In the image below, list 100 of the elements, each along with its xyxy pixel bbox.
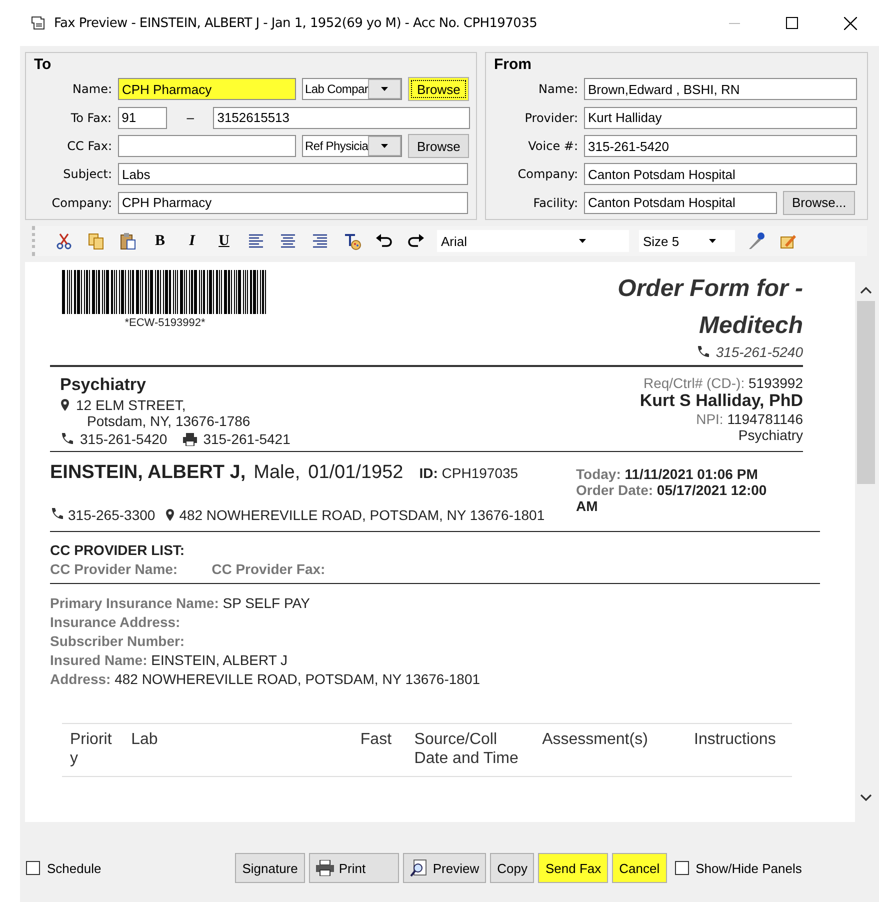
redo-icon[interactable]: [407, 232, 425, 250]
patient-sex: Male,: [254, 462, 300, 484]
action-button[interactable]: Send Fax: [538, 853, 608, 883]
undo-icon[interactable]: [375, 232, 393, 250]
field-label: Subscriber Number:: [50, 633, 185, 649]
action-button[interactable]: Print: [308, 853, 399, 883]
pen-icon[interactable]: [747, 232, 765, 250]
group-title: From: [493, 56, 532, 73]
field-value: SP SELF PAY: [222, 595, 310, 611]
address-line: 12 ELM STREET,: [76, 397, 186, 413]
underline-button[interactable]: U: [213, 230, 235, 252]
dropdown-arrow-icon[interactable]: [381, 144, 388, 148]
browse-button[interactable]: Browse: [408, 77, 470, 102]
field-label: Voice #:: [527, 139, 578, 154]
field-label: Provider:: [524, 110, 578, 125]
input-field[interactable]: Canton Potsdam Hospital: [584, 163, 857, 186]
input-field[interactable]: Kurt Halliday: [584, 106, 857, 129]
field-label: Insured Name:: [50, 652, 148, 668]
input-field[interactable]: Brown,Edward , BSHI, RN: [584, 78, 857, 100]
scroll-thumb[interactable]: [857, 301, 875, 484]
align-center-icon[interactable]: [279, 232, 297, 250]
input-field[interactable]: 3152615513: [213, 106, 470, 129]
browse-button[interactable]: Browse: [408, 134, 470, 158]
field-label: Name:: [72, 82, 112, 96]
dropdown-arrow-icon[interactable]: [578, 239, 586, 243]
patient-name: EINSTEIN, ALBERT J,: [50, 462, 246, 484]
align-right-icon[interactable]: [311, 232, 329, 250]
scroll-up-icon[interactable]: [860, 287, 872, 294]
field-label: ID:: [419, 465, 438, 481]
field-label: Subject:: [62, 167, 112, 182]
dash-text: –: [186, 110, 195, 126]
scissors-icon[interactable]: [55, 232, 73, 250]
column-header: Fast: [360, 730, 393, 750]
patient-address: 482 NOWHEREVILLE ROAD, POTSDAM, NY 13676-1801: [179, 507, 545, 523]
input-field[interactable]: 315-261-5420: [584, 135, 857, 158]
italic-button[interactable]: I: [181, 230, 203, 252]
field-label: CC Provider Name:: [50, 561, 178, 577]
dropdown-arrow-icon[interactable]: [708, 239, 716, 243]
input-field[interactable]: 91: [118, 106, 168, 129]
field-value: 5193992: [748, 375, 803, 391]
close-icon[interactable]: [844, 16, 856, 30]
date-text: Today: 11/11/2021 01:06 PM: [576, 466, 759, 482]
field-value: 482 NOWHEREVILLE ROAD, POTSDAM, NY 13676-1801: [114, 671, 480, 687]
phone-number: 315-265-3300: [68, 507, 156, 523]
field-value: 1194781146: [727, 411, 803, 427]
field-label: NPI:: [696, 411, 724, 427]
field-label: CC Fax:: [66, 139, 112, 154]
input-field[interactable]: CPH Pharmacy: [118, 78, 296, 100]
phone-icon: [50, 507, 64, 521]
order-form-title: Order Form for -: [618, 274, 803, 304]
input-field[interactable]: Canton Potsdam Hospital: [584, 192, 777, 214]
browse-button[interactable]: Browse...: [783, 190, 856, 215]
field-label: Company:: [50, 196, 112, 210]
size-dropdown[interactable]: Size 5: [639, 230, 735, 252]
align-left-icon[interactable]: [247, 232, 265, 250]
column-header: Instructions: [694, 730, 777, 750]
magnifier-icon: [410, 859, 428, 877]
edit-icon[interactable]: [779, 232, 797, 250]
checkbox[interactable]: [26, 861, 40, 875]
phone-icon: [696, 345, 710, 359]
barcode-text: *ECW-5193992*: [124, 317, 206, 329]
fax-window-icon: [30, 15, 46, 31]
column-header: Priority: [70, 730, 113, 768]
phone-number: 315-261-5240: [716, 344, 803, 360]
bold-button[interactable]: B: [149, 230, 171, 252]
dropdown[interactable]: Ref Physicia: [302, 135, 402, 158]
phone-number: 315-261-5420: [80, 431, 168, 447]
address-line: Potsdam, NY, 13676-1786: [86, 413, 252, 429]
action-button[interactable]: Preview: [402, 853, 486, 883]
field-label: Name:: [538, 82, 578, 96]
input-field[interactable]: [118, 135, 296, 158]
input-field[interactable]: CPH Pharmacy: [118, 192, 468, 214]
scroll-down-icon[interactable]: [860, 794, 872, 801]
maximize-icon[interactable]: [786, 17, 798, 29]
practice-name: Psychiatry: [60, 375, 147, 395]
action-button[interactable]: Cancel: [612, 853, 667, 883]
specialty-text: Psychiatry: [738, 427, 803, 443]
fax-number: 315-261-5421: [203, 431, 290, 447]
group-title: To: [33, 56, 52, 73]
field-label: Primary Insurance Name:: [50, 595, 219, 611]
font-dropdown[interactable]: Arial: [437, 230, 629, 252]
phone-icon: [60, 432, 74, 446]
paste-icon[interactable]: [119, 232, 137, 250]
field-label: Address:: [50, 671, 111, 687]
field-label: Facility:: [532, 196, 578, 210]
copy-icon[interactable]: [87, 232, 105, 250]
section-heading: CC PROVIDER LIST:: [50, 542, 186, 558]
action-button[interactable]: Copy: [490, 853, 534, 883]
printer-icon: [316, 860, 334, 876]
text-color-icon[interactable]: [343, 232, 361, 250]
action-button[interactable]: Signature: [235, 853, 305, 883]
checkbox[interactable]: [674, 861, 689, 875]
column-header: Assessment(s): [542, 730, 649, 750]
field-value: EINSTEIN, ALBERT J: [151, 652, 288, 668]
dropdown[interactable]: Lab Compar: [302, 78, 402, 100]
window-title: Fax Preview - EINSTEIN, ALBERT J - Jan 1, 1952(69 yo M) - Acc No. CPH197035: [54, 16, 538, 30]
input-field[interactable]: Labs: [118, 163, 468, 186]
provider-name: Kurt S Halliday, PhD: [640, 391, 803, 411]
dropdown-arrow-icon[interactable]: [381, 87, 388, 92]
checkbox-label: Show/Hide Panels: [696, 860, 802, 876]
